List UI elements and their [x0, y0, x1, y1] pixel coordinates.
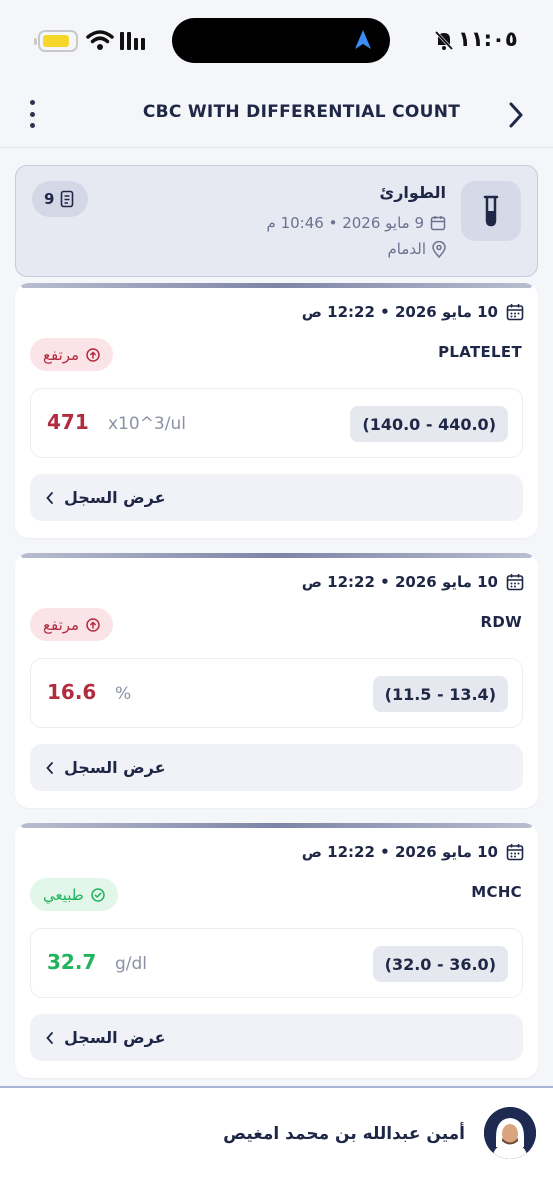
result-unit: %	[115, 684, 132, 704]
status-bar: ١١:٠٥	[0, 0, 553, 82]
view-history-button[interactable]: عرض السجل	[30, 474, 523, 521]
status-badge: مرتفع	[30, 338, 114, 371]
status-label: مرتفع	[43, 345, 80, 364]
result-name: PLATELET	[438, 343, 522, 361]
result-card-mchc[interactable]: 10 مايو 2026 • 12:22 ص MCHC طبيعي 32.7 g…	[15, 823, 538, 1078]
result-value-box: 32.7 g/dl (32.0 - 36.0)	[30, 928, 523, 998]
view-history-button[interactable]: عرض السجل	[30, 1014, 523, 1061]
results-count: 9	[44, 190, 55, 208]
location-arrow-icon	[355, 30, 371, 49]
result-card-rdw[interactable]: 10 مايو 2026 • 12:22 ص RDW مرتفع 16.6 % …	[15, 553, 538, 808]
chevron-left-icon	[46, 491, 53, 504]
test-tube-icon	[461, 181, 521, 241]
reference-range: (11.5 - 13.4)	[372, 676, 508, 712]
encounter-location: الدمام	[387, 240, 426, 258]
encounter-department: الطوارئ	[379, 183, 446, 202]
signal-icon	[120, 30, 145, 50]
reference-range: (32.0 - 36.0)	[372, 946, 508, 982]
patient-footer[interactable]: أمين عبدالله بن محمد امغيص	[0, 1086, 553, 1200]
result-date: 10 مايو 2026 • 12:22 ص	[301, 573, 498, 591]
chevron-left-icon	[46, 761, 53, 774]
dynamic-island	[172, 18, 390, 63]
result-date-row: 10 مايو 2026 • 12:22 ص	[302, 843, 524, 861]
calendar-icon	[506, 304, 524, 321]
result-name: MCHC	[471, 883, 522, 901]
arrow-up-circle-icon	[86, 347, 100, 362]
result-unit: g/dl	[115, 954, 148, 974]
result-value-box: 16.6 % (11.5 - 13.4)	[30, 658, 523, 728]
result-value: 32.7	[47, 950, 97, 974]
battery-icon	[34, 30, 78, 52]
result-date-row: 10 مايو 2026 • 12:22 ص	[302, 573, 524, 591]
result-card-platelet[interactable]: 10 مايو 2026 • 12:22 ص PLATELET مرتفع 47…	[15, 283, 538, 538]
result-date: 10 مايو 2026 • 12:22 ص	[301, 303, 498, 321]
back-chevron-icon[interactable]	[506, 100, 526, 130]
encounter-location-row: الدمام	[387, 240, 446, 258]
status-label: طبيعي	[43, 885, 84, 904]
result-date-row: 10 مايو 2026 • 12:22 ص	[302, 303, 524, 321]
view-history-label: عرض السجل	[64, 1028, 166, 1047]
reference-range: (140.0 - 440.0)	[350, 406, 508, 442]
encounter-date: 9 مايو 2026 • 10:46 م	[266, 214, 425, 232]
status-time: ١١:٠٥	[458, 27, 518, 51]
app-header: CBC WITH DIFFERENTIAL COUNT	[0, 82, 553, 148]
avatar[interactable]	[484, 1107, 536, 1159]
calendar-icon	[430, 216, 446, 231]
result-name: RDW	[480, 613, 522, 631]
check-circle-icon	[90, 887, 105, 902]
chevron-left-icon	[46, 1031, 53, 1044]
result-value: 16.6	[47, 680, 97, 704]
bell-muted-icon	[434, 30, 454, 51]
status-badge: طبيعي	[30, 878, 118, 911]
status-label: مرتفع	[43, 615, 80, 634]
document-icon	[61, 190, 74, 208]
view-history-button[interactable]: عرض السجل	[30, 744, 523, 791]
page-title: CBC WITH DIFFERENTIAL COUNT	[142, 102, 461, 122]
arrow-up-circle-icon	[86, 617, 100, 632]
location-pin-icon	[432, 240, 446, 258]
user-avatar-icon	[484, 1107, 536, 1159]
result-date: 10 مايو 2026 • 12:22 ص	[301, 843, 498, 861]
status-badge: مرتفع	[30, 608, 114, 641]
calendar-icon	[506, 574, 524, 591]
result-value-box: 471 x10^3/ul (140.0 - 440.0)	[30, 388, 523, 458]
encounter-date-row: 9 مايو 2026 • 10:46 م	[267, 214, 447, 232]
wifi-icon	[86, 30, 114, 50]
result-unit: x10^3/ul	[108, 414, 186, 434]
calendar-icon	[506, 844, 524, 861]
results-count-badge[interactable]: 9	[32, 181, 89, 217]
patient-name: أمين عبدالله بن محمد امغيص	[223, 1124, 465, 1144]
view-history-label: عرض السجل	[64, 488, 166, 507]
view-history-label: عرض السجل	[64, 758, 166, 777]
encounter-card[interactable]: الطوارئ 9 مايو 2026 • 10:46 م الدمام 9	[15, 165, 538, 277]
result-value: 471	[47, 410, 89, 434]
